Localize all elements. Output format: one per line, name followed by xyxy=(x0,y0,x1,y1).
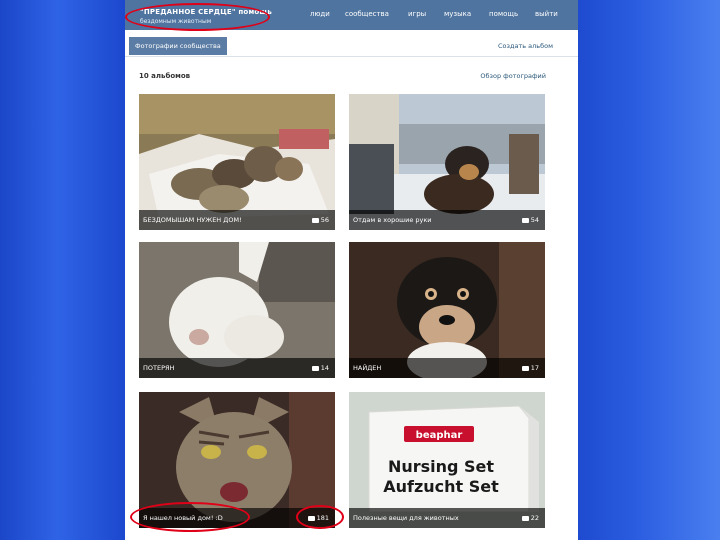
album-card-lost[interactable]: ПОТЕРЯН 14 xyxy=(139,242,335,378)
album-card-homeless[interactable]: БЕЗДОМЫШАМ НУЖЕН ДОМ! 56 xyxy=(139,94,335,230)
highlight-ring-album-title xyxy=(130,502,250,532)
photo-count: 17 xyxy=(521,364,539,372)
photo-overview-link[interactable]: Обзор фотографий xyxy=(480,72,546,80)
album-title: Полезные вещи для животных xyxy=(353,514,459,522)
nav-games[interactable]: игры xyxy=(408,10,426,18)
camera-icon xyxy=(521,365,529,371)
tab-row: Фотографии сообщества Создать альбом xyxy=(125,30,578,57)
tab-community-photos[interactable]: Фотографии сообщества xyxy=(129,37,227,55)
photo-count: 54 xyxy=(521,216,539,224)
photo-count-value: 56 xyxy=(320,216,329,224)
product-brand: beaphar xyxy=(416,430,463,441)
nav-communities[interactable]: сообщества xyxy=(345,10,389,18)
photo-count: 14 xyxy=(311,364,329,372)
photo-count-value: 22 xyxy=(530,514,539,522)
product-line2: Aufzucht Set xyxy=(383,477,499,496)
highlight-ring-photo-count xyxy=(296,505,344,529)
album-title: Отдам в хорошие руки xyxy=(353,216,432,224)
album-title: НАЙДЕН xyxy=(353,364,382,372)
community-photos-page: "ПРЕДАННОЕ СЕРДЦЕ" помощь бездомным живо… xyxy=(125,0,578,540)
album-title: ПОТЕРЯН xyxy=(143,364,175,372)
album-count: 10 альбомов xyxy=(139,72,191,80)
camera-icon xyxy=(521,217,529,223)
photo-count-value: 17 xyxy=(530,364,539,372)
slide-background-right xyxy=(578,0,720,540)
photo-count-value: 14 xyxy=(320,364,329,372)
nav-logout[interactable]: выйти xyxy=(535,10,558,18)
album-title: БЕЗДОМЫШАМ НУЖЕН ДОМ! xyxy=(143,216,242,224)
nav-music[interactable]: музыка xyxy=(444,10,471,18)
nav-people[interactable]: люди xyxy=(310,10,330,18)
nav-help[interactable]: помощь xyxy=(489,10,518,18)
album-card-give-away[interactable]: Отдам в хорошие руки 54 xyxy=(349,94,545,230)
camera-icon xyxy=(521,515,529,521)
highlight-ring-group-name xyxy=(125,3,270,31)
camera-icon xyxy=(311,217,319,223)
create-album-link[interactable]: Создать альбом xyxy=(498,42,553,50)
album-card-useful-things[interactable]: beaphar Nursing Set Aufzucht Set Полезны… xyxy=(349,392,545,528)
camera-icon xyxy=(311,365,319,371)
photo-count: 22 xyxy=(521,514,539,522)
album-card-found[interactable]: НАЙДЕН 17 xyxy=(349,242,545,378)
product-line1: Nursing Set xyxy=(388,457,494,476)
photo-count: 56 xyxy=(311,216,329,224)
photo-count-value: 54 xyxy=(530,216,539,224)
